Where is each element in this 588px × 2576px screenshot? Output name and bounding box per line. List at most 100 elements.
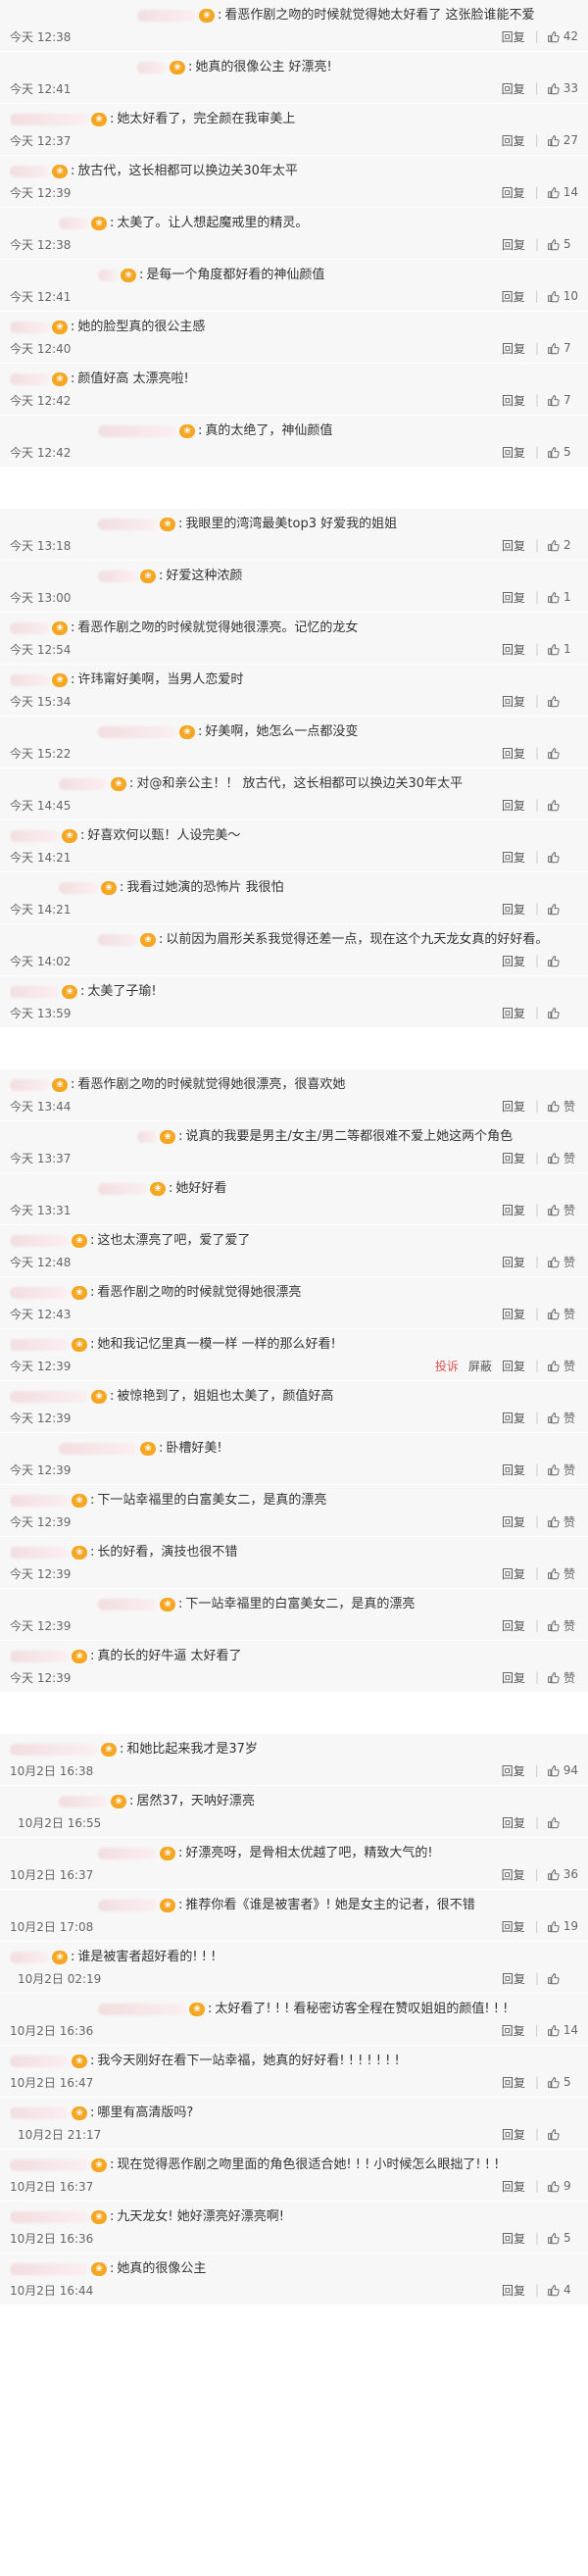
like-button[interactable]: 赞	[547, 1202, 578, 1218]
reply-button[interactable]: 回复	[502, 1762, 525, 1779]
report-button[interactable]: 投诉	[435, 1358, 459, 1374]
reply-button[interactable]: 回复	[502, 1565, 525, 1582]
username-blurred[interactable]	[10, 1547, 69, 1559]
reply-button[interactable]: 回复	[502, 849, 525, 866]
like-button[interactable]: 36	[547, 1867, 578, 1881]
reply-button[interactable]: 回复	[502, 184, 525, 201]
username-blurred[interactable]	[98, 934, 137, 946]
reply-button[interactable]: 回复	[502, 1150, 525, 1166]
reply-button[interactable]: 回复	[502, 1669, 525, 1686]
reply-button[interactable]: 回复	[502, 28, 525, 45]
reply-button[interactable]: 回复	[502, 1254, 525, 1270]
like-button[interactable]: 5	[547, 2075, 578, 2089]
reply-button[interactable]: 回复	[502, 2126, 525, 2143]
like-button[interactable]	[547, 695, 578, 708]
username-blurred[interactable]	[10, 830, 59, 842]
reply-button[interactable]: 回复	[502, 641, 525, 658]
username-blurred[interactable]	[10, 1235, 69, 1247]
username-blurred[interactable]	[10, 1952, 49, 1963]
like-button[interactable]	[547, 799, 578, 812]
like-button[interactable]	[547, 903, 578, 916]
like-button[interactable]	[547, 747, 578, 760]
reply-button[interactable]: 回复	[502, 1814, 525, 1831]
like-button[interactable]	[547, 1972, 578, 1985]
like-button[interactable]: 5	[547, 237, 578, 251]
reply-button[interactable]: 回复	[502, 953, 525, 969]
reply-button[interactable]: 回复	[502, 1306, 525, 1322]
like-button[interactable]: 2	[547, 538, 578, 552]
like-button[interactable]	[547, 2128, 578, 2141]
like-button[interactable]: 14	[547, 2023, 578, 2037]
username-blurred[interactable]	[10, 114, 88, 125]
username-blurred[interactable]	[98, 2004, 186, 2015]
reply-button[interactable]: 回复	[502, 693, 525, 710]
reply-button[interactable]: 回复	[502, 537, 525, 554]
reply-button[interactable]: 回复	[502, 1358, 525, 1374]
hide-button[interactable]: 屏蔽	[468, 1358, 492, 1374]
like-button[interactable]: 9	[547, 2179, 578, 2193]
reply-button[interactable]: 回复	[502, 1617, 525, 1634]
reply-button[interactable]: 回复	[502, 1513, 525, 1530]
username-blurred[interactable]	[10, 2107, 69, 2119]
username-blurred[interactable]	[98, 1900, 157, 1911]
username-blurred[interactable]	[98, 270, 118, 281]
reply-button[interactable]: 回复	[502, 132, 525, 149]
reply-button[interactable]: 回复	[502, 1202, 525, 1218]
like-button[interactable]: 5	[547, 445, 578, 459]
reply-button[interactable]: 回复	[502, 2074, 525, 2091]
username-blurred[interactable]	[137, 1131, 157, 1143]
like-button[interactable]: 4	[547, 2283, 578, 2297]
reply-button[interactable]: 回复	[502, 797, 525, 814]
username-blurred[interactable]	[10, 1651, 69, 1662]
reply-button[interactable]: 回复	[502, 236, 525, 253]
like-button[interactable]: 27	[547, 133, 578, 147]
reply-button[interactable]: 回复	[502, 1005, 525, 1021]
reply-button[interactable]: 回复	[502, 1461, 525, 1478]
username-blurred[interactable]	[137, 62, 167, 74]
reply-button[interactable]: 回复	[502, 2178, 525, 2195]
reply-button[interactable]: 回复	[502, 589, 525, 606]
like-button[interactable]: 赞	[547, 1254, 578, 1270]
username-blurred[interactable]	[98, 570, 137, 582]
like-button[interactable]: 14	[547, 185, 578, 199]
reply-button[interactable]: 回复	[502, 745, 525, 762]
like-button[interactable]	[547, 851, 578, 864]
username-blurred[interactable]	[98, 425, 176, 437]
like-button[interactable]: 赞	[547, 1150, 578, 1166]
like-button[interactable]: 94	[547, 1763, 578, 1777]
username-blurred[interactable]	[10, 166, 49, 177]
username-blurred[interactable]	[59, 1443, 137, 1455]
reply-button[interactable]: 回复	[502, 1098, 525, 1115]
username-blurred[interactable]	[10, 2263, 88, 2275]
username-blurred[interactable]	[10, 622, 49, 634]
reply-button[interactable]: 回复	[502, 2230, 525, 2247]
like-button[interactable]: 赞	[547, 1410, 578, 1426]
username-blurred[interactable]	[59, 882, 98, 894]
like-button[interactable]: 赞	[547, 1669, 578, 1686]
reply-button[interactable]: 回复	[502, 340, 525, 357]
reply-button[interactable]: 回复	[502, 288, 525, 305]
like-button[interactable]	[547, 1816, 578, 1829]
like-button[interactable]: 赞	[547, 1461, 578, 1478]
reply-button[interactable]: 回复	[502, 1866, 525, 1883]
username-blurred[interactable]	[10, 1079, 49, 1091]
username-blurred[interactable]	[10, 2056, 69, 2067]
like-button[interactable]: 7	[547, 393, 578, 407]
like-button[interactable]: 赞	[547, 1358, 578, 1374]
like-button[interactable]: 5	[547, 2231, 578, 2245]
username-blurred[interactable]	[10, 2159, 88, 2171]
username-blurred[interactable]	[10, 322, 49, 333]
like-button[interactable]: 赞	[547, 1617, 578, 1634]
like-button[interactable]: 1	[547, 590, 578, 604]
reply-button[interactable]: 回复	[502, 1970, 525, 1987]
username-blurred[interactable]	[10, 373, 49, 385]
username-blurred[interactable]	[98, 1183, 147, 1195]
reply-button[interactable]: 回复	[502, 80, 525, 97]
username-blurred[interactable]	[59, 778, 108, 790]
like-button[interactable]	[547, 1007, 578, 1019]
username-blurred[interactable]	[10, 2211, 88, 2223]
reply-button[interactable]: 回复	[502, 1918, 525, 1935]
username-blurred[interactable]	[59, 1796, 108, 1808]
like-button[interactable]: 赞	[547, 1306, 578, 1322]
username-blurred[interactable]	[98, 1599, 157, 1610]
